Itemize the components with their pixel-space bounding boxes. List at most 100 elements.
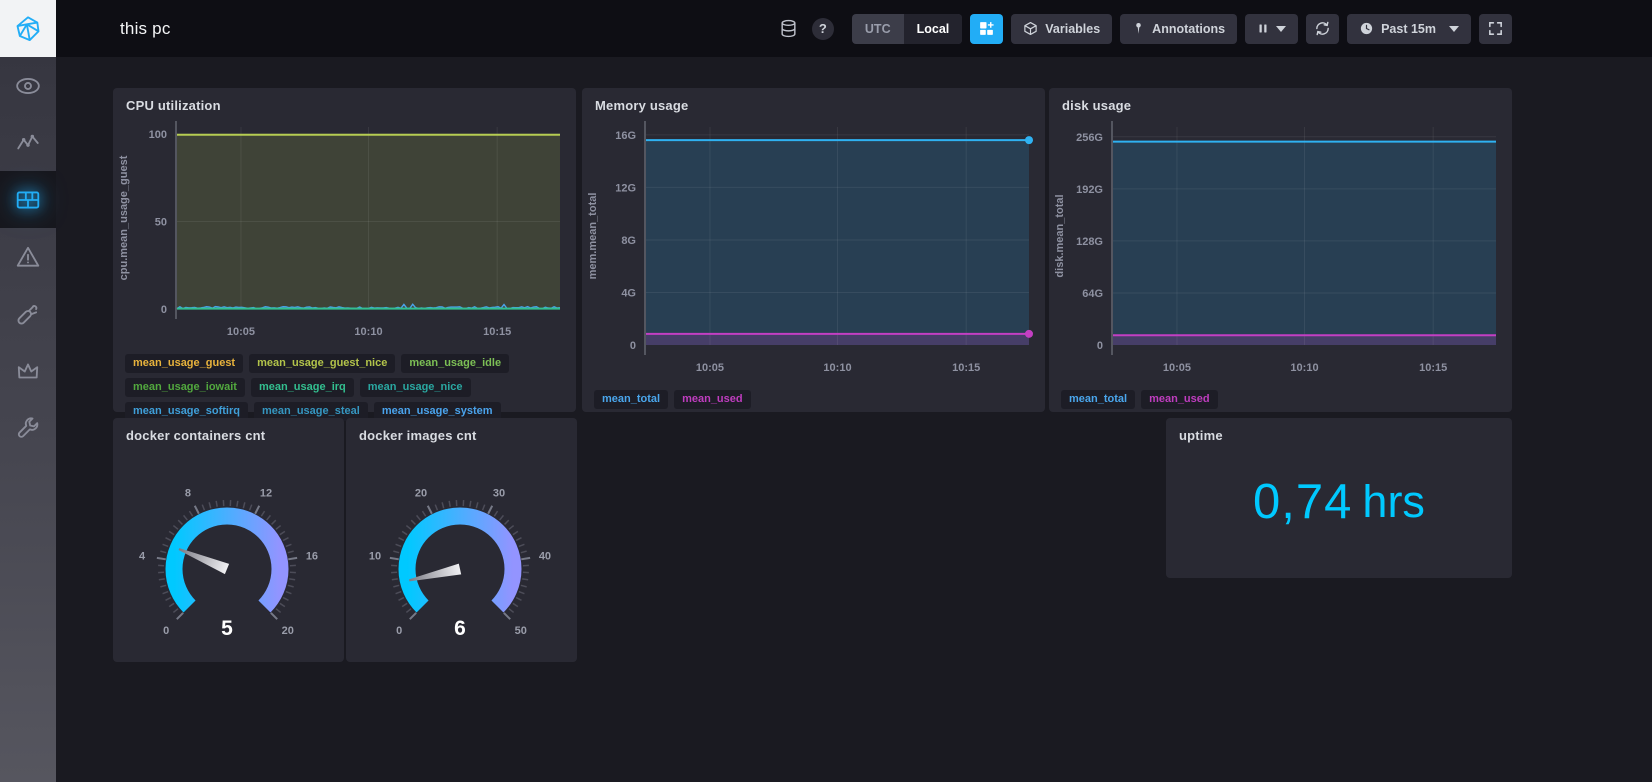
refresh-button[interactable] [1306,13,1340,44]
svg-text:30: 30 [493,487,505,499]
svg-text:5: 5 [221,617,233,640]
svg-text:10:10: 10:10 [354,326,382,338]
fullscreen-icon [1489,22,1502,35]
sidebar-item-log-viewer[interactable] [0,285,56,342]
svg-text:20: 20 [415,487,427,499]
alert-triangle-icon [16,246,40,267]
chronograf-logo[interactable] [0,0,56,57]
chronograf-dashboard: this pc ? UTC Local Variables Annotation… [0,0,1652,782]
legend-item[interactable]: mean_usage_irq [250,378,354,398]
legend-item[interactable]: mean_usage_iowait [125,378,245,398]
panel-memory-usage[interactable]: Memory usage 0 4G 8G 12G 16G 10:05 10:10 10:15 m… [582,88,1045,412]
svg-text:128G: 128G [1076,236,1103,248]
svg-text:10:10: 10:10 [823,362,851,374]
sidebar-item-host-list[interactable] [0,57,56,114]
page-title: this pc [120,18,171,38]
svg-text:256G: 256G [1076,132,1103,144]
panel-title: Memory usage [595,98,689,113]
uptime-unit: hrs [1362,476,1425,527]
annotations-button[interactable]: Annotations [1120,13,1238,44]
dashboards-grid-icon [16,190,40,209]
legend-item[interactable]: mean_total [594,390,669,410]
svg-text:0: 0 [161,304,167,316]
sidebar-item-data-explorer[interactable] [0,114,56,171]
pause-icon [1259,24,1267,33]
clock-icon [1360,22,1373,35]
presentation-mode-button[interactable] [1479,13,1512,44]
header: this pc ? UTC Local Variables Annotation… [56,0,1652,57]
svg-text:disk.mean_total: disk.mean_total [1054,194,1066,277]
svg-text:10:05: 10:05 [227,326,255,338]
svg-text:10: 10 [369,551,381,563]
legend-item[interactable]: mean_usage_guest [125,354,244,374]
pause-refresh-dropdown[interactable] [1245,13,1299,44]
uptime-value-row: 0,74 hrs [1166,443,1512,561]
annotation-pin-icon [1136,22,1141,34]
legend-item[interactable]: mean_total [1061,390,1136,410]
svg-text:0: 0 [396,625,402,637]
sidebar-item-admin[interactable] [0,342,56,399]
uptime-value: 0,74 [1253,475,1353,529]
sidebar-item-dashboards[interactable] [0,171,56,228]
legend-item[interactable]: mean_usage_idle [401,354,510,374]
graph-line-icon [17,134,39,149]
panel-docker-containers[interactable]: docker containers cnt 0 4 8 12 16 20 5 [113,418,344,662]
svg-text:12G: 12G [615,182,636,194]
refresh-icon [1316,21,1329,36]
svg-text:0: 0 [1097,340,1103,352]
svg-text:cpu.mean_usage_guest: cpu.mean_usage_guest [118,155,130,280]
utc-toggle-option[interactable]: UTC [852,14,904,44]
time-range-dropdown[interactable]: Past 15m [1347,13,1471,44]
svg-text:10:05: 10:05 [696,362,724,374]
panel-uptime[interactable]: uptime 0,74 hrs [1166,418,1512,578]
svg-text:10:15: 10:15 [1419,362,1447,374]
memory-chart[interactable]: 0 4G 8G 12G 16G 10:05 10:10 10:15 mem.mean_total [582,113,1045,386]
disk-chart[interactable]: 0 64G 128G 192G 256G 10:05 10:10 10:15 disk.mean… [1049,113,1512,386]
svg-text:8: 8 [185,487,191,499]
duster-icon [17,304,38,324]
timezone-toggle: UTC Local [851,13,963,44]
variables-label: Variables [1045,21,1101,36]
add-cell-icon [980,22,994,35]
chevron-down-icon [1449,25,1459,32]
eye-icon [16,77,40,94]
svg-text:8G: 8G [621,235,636,247]
svg-text:10:15: 10:15 [483,326,511,338]
svg-text:12: 12 [260,487,272,499]
legend-item[interactable]: mean_used [674,390,751,410]
legend-item[interactable]: mean_usage_guest_nice [249,354,396,374]
panel-title: disk usage [1062,98,1132,113]
svg-text:0: 0 [630,340,636,352]
header-toolbar: ? UTC Local Variables Annotations Past 1… [779,13,1512,44]
panel-title: uptime [1179,428,1223,443]
cpu-chart[interactable]: 0 50 100 10:05 10:10 10:15 cpu.mean_usage_gues… [113,113,576,350]
chevron-down-icon [1276,25,1287,32]
svg-text:10:05: 10:05 [1163,362,1191,374]
svg-text:64G: 64G [1082,288,1103,300]
add-cell-button[interactable] [970,13,1004,44]
time-range-label: Past 15m [1381,21,1436,36]
svg-text:10:15: 10:15 [952,362,980,374]
svg-text:50: 50 [155,217,167,229]
panel-disk-usage[interactable]: disk usage 0 64G 128G 192G 256G 10:05 10:10 10:… [1049,88,1512,412]
svg-text:20: 20 [282,625,294,637]
svg-text:6: 6 [454,617,466,640]
svg-text:mem.mean_total: mem.mean_total [587,193,599,280]
sidebar-item-alerting[interactable] [0,228,56,285]
cube-icon [1024,21,1037,36]
svg-text:4G: 4G [621,287,636,299]
variables-button[interactable]: Variables [1011,13,1113,44]
panel-title: docker images cnt [359,428,477,443]
panel-docker-images[interactable]: docker images cnt 0 10 20 30 40 50 6 [346,418,577,662]
legend-item[interactable]: mean_usage_nice [359,378,471,398]
database-icon[interactable] [779,19,798,38]
legend-item[interactable]: mean_used [1141,390,1218,410]
sidebar-item-configuration[interactable] [0,399,56,456]
help-icon[interactable]: ? [811,17,834,40]
panel-cpu-utilization[interactable]: CPU utilization 0 50 100 10:05 10:10 10:15 cpu… [113,88,576,446]
docker-containers-gauge: 0 4 8 12 16 20 5 [113,443,344,657]
local-toggle-option[interactable]: Local [903,13,963,44]
annotations-label: Annotations [1152,21,1226,36]
svg-text:10:10: 10:10 [1290,362,1318,374]
panel-title: CPU utilization [126,98,221,113]
